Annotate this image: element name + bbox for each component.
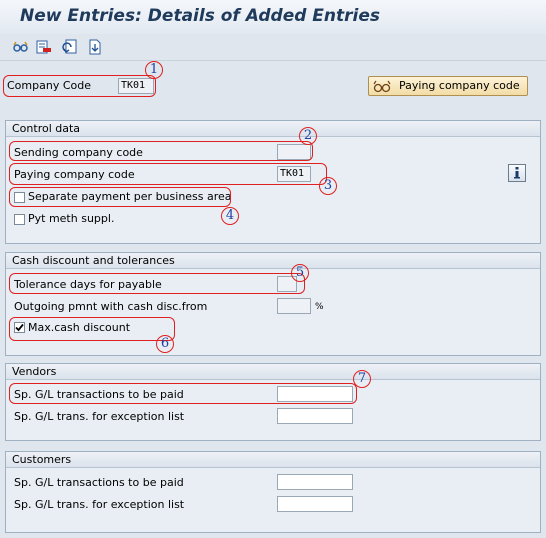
- cash-discount-title: Cash discount and tolerances: [12, 254, 175, 267]
- pyt-meth-suppl-checkbox[interactable]: [14, 214, 25, 225]
- vendors-exception-field[interactable]: [277, 408, 353, 424]
- pyt-meth-suppl-label: Pyt meth suppl.: [28, 212, 115, 225]
- glasses-icon[interactable]: [13, 39, 29, 55]
- annotation-box-5: [9, 273, 305, 294]
- customers-exception-label: Sp. G/L trans. for exception list: [14, 498, 185, 511]
- annotation-box-7: [9, 383, 357, 404]
- control-data-title: Control data: [12, 122, 81, 135]
- vendors-exception-label: Sp. G/L trans. for exception list: [14, 410, 185, 423]
- annotation-box-2: [9, 141, 313, 161]
- annotation-box-6: [9, 317, 175, 341]
- annotation-number-6: 6: [156, 335, 174, 353]
- application-toolbar: [0, 34, 546, 61]
- annotation-box-3: [9, 163, 327, 185]
- annotation-number-3: 3: [319, 177, 337, 195]
- percent-sign: %: [315, 302, 324, 312]
- glasses-icon: [373, 80, 391, 93]
- annotation-number-1: 1: [145, 61, 163, 79]
- annotation-box-4: [9, 187, 231, 207]
- outgoing-payment-label: Outgoing pmnt with cash disc.from: [14, 300, 208, 313]
- info-icon: [514, 167, 520, 179]
- vendors-title: Vendors: [12, 365, 57, 378]
- annotation-number-5: 5: [291, 264, 309, 282]
- annotation-number-4: 4: [221, 207, 239, 225]
- info-button[interactable]: [508, 164, 526, 182]
- undo-icon[interactable]: [62, 39, 78, 55]
- delete-row-icon[interactable]: [36, 39, 52, 55]
- title-bar: New Entries: Details of Added Entries: [0, 0, 546, 34]
- annotation-number-7: 7: [353, 370, 371, 388]
- paying-company-code-button[interactable]: Paying company code: [368, 76, 528, 96]
- customers-exception-field[interactable]: [277, 496, 353, 512]
- page-title: New Entries: Details of Added Entries: [20, 6, 381, 26]
- annotation-number-2: 2: [299, 127, 317, 145]
- copy-doc-icon[interactable]: [87, 39, 103, 55]
- annotation-box-1: [3, 75, 156, 97]
- customers-sp-gl-label: Sp. G/L transactions to be paid: [14, 476, 184, 489]
- customers-title: Customers: [12, 453, 72, 466]
- customers-group: Customers: [5, 451, 541, 533]
- paying-company-code-button-label: Paying company code: [399, 79, 520, 92]
- outgoing-payment-field[interactable]: [277, 298, 311, 314]
- customers-sp-gl-field[interactable]: [277, 474, 353, 490]
